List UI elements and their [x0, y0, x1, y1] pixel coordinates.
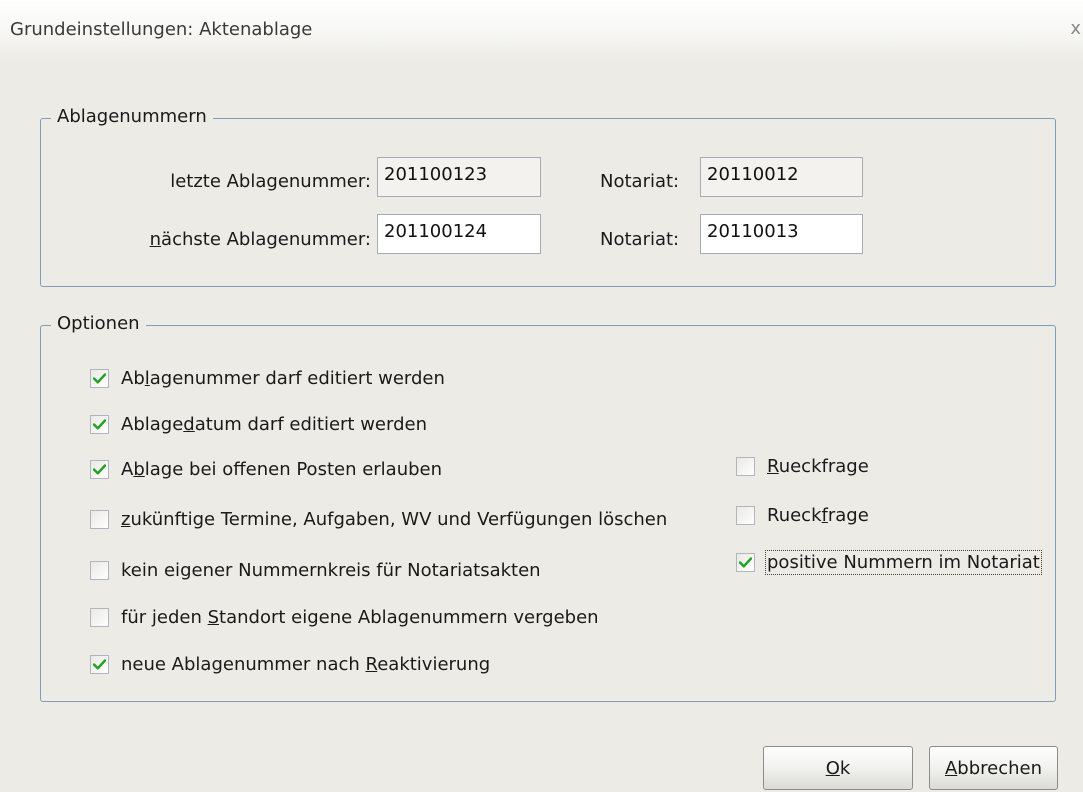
left-option-0[interactable]: Ablagenummer darf editiert werden: [90, 368, 445, 389]
checkbox-checked[interactable]: [90, 369, 109, 388]
checkbox-checked[interactable]: [90, 415, 109, 434]
letzte-ablagenummer-field[interactable]: 201100123: [377, 157, 541, 197]
optionen-legend: Optionen: [51, 313, 146, 334]
checkbox-checked[interactable]: [90, 655, 109, 674]
checkbox-checked[interactable]: [90, 460, 109, 479]
option-label: Ablagedatum darf editiert werden: [121, 414, 427, 435]
option-label: Ablage bei offenen Posten erlauben: [121, 459, 443, 480]
checkmark-icon: [93, 659, 106, 670]
letzte-notariat-label: Notariat:: [600, 171, 680, 192]
naechste-notariat-field[interactable]: 20110013: [700, 214, 863, 254]
left-option-6[interactable]: neue Ablagenummer nach Reaktivierung: [90, 654, 490, 675]
checkmark-icon: [93, 373, 106, 384]
close-icon[interactable]: x: [1070, 18, 1081, 39]
option-label: Rueckfrage: [767, 505, 869, 526]
title-bar: Grundeinstellungen: Aktenablage x: [0, 0, 1083, 62]
option-label: neue Ablagenummer nach Reaktivierung: [121, 654, 491, 675]
cancel-button[interactable]: Abbrechen: [929, 746, 1058, 790]
option-label: Ablagenummer darf editiert werden: [121, 368, 445, 389]
naechste-notariat-label: Notariat:: [600, 229, 680, 250]
checkbox-unchecked[interactable]: [736, 506, 755, 525]
checkmark-icon: [739, 557, 752, 568]
option-label: für jeden Standort eigene Ablagenummern …: [121, 607, 599, 628]
checkmark-icon: [93, 464, 106, 475]
letzte-notariat-field[interactable]: 20110012: [700, 157, 863, 197]
ok-button[interactable]: Ok: [763, 746, 913, 790]
checkbox-unchecked[interactable]: [90, 608, 109, 627]
right-option-2[interactable]: positive Nummern im Notariat: [736, 550, 1042, 575]
checkbox-unchecked[interactable]: [736, 457, 755, 476]
right-option-1[interactable]: Rueckfrage: [736, 505, 869, 526]
option-label: zukünftige Termine, Aufgaben, WV und Ver…: [121, 509, 668, 530]
checkbox-unchecked[interactable]: [90, 510, 109, 529]
checkbox-checked[interactable]: [736, 553, 755, 572]
left-option-5[interactable]: für jeden Standort eigene Ablagenummern …: [90, 607, 599, 628]
left-option-2[interactable]: Ablage bei offenen Posten erlauben: [90, 459, 442, 480]
checkbox-unchecked[interactable]: [90, 561, 109, 580]
window-title: Grundeinstellungen: Aktenablage: [10, 19, 313, 40]
ablagenummern-group: Ablagenummern: [40, 106, 1056, 287]
ablagenummern-legend: Ablagenummern: [51, 106, 213, 127]
naechste-ablagenummer-field[interactable]: 201100124: [377, 214, 541, 254]
right-option-0[interactable]: Rueckfrage: [736, 456, 869, 477]
letzte-ablagenummer-label: letzte Ablagenummer:: [170, 171, 371, 192]
left-option-4[interactable]: kein eigener Nummernkreis für Notariatsa…: [90, 560, 541, 581]
checkmark-icon: [93, 419, 106, 430]
naechste-ablagenummer-label: nächste Ablagenummer:: [149, 229, 371, 250]
left-option-3[interactable]: zukünftige Termine, Aufgaben, WV und Ver…: [90, 509, 667, 530]
option-label: kein eigener Nummernkreis für Notariatsa…: [121, 560, 541, 581]
option-label: Rueckfrage: [767, 456, 869, 477]
option-label: positive Nummern im Notariat: [765, 550, 1042, 575]
left-option-1[interactable]: Ablagedatum darf editiert werden: [90, 414, 427, 435]
